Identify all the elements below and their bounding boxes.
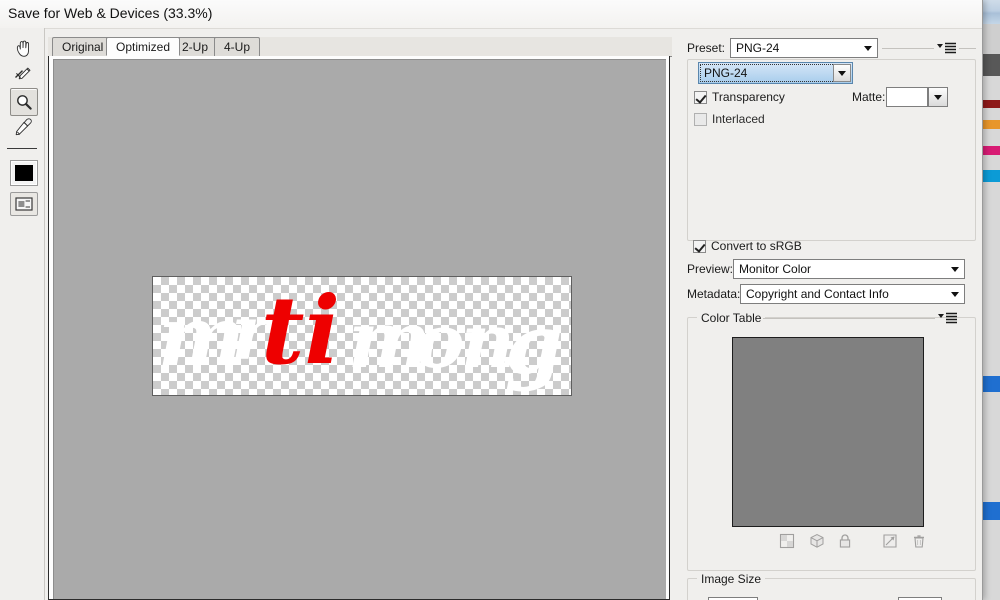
matte-label: Matte: bbox=[852, 90, 886, 104]
tool-palette bbox=[0, 28, 45, 600]
web-snap-cube-icon[interactable] bbox=[809, 533, 825, 549]
chevron-down-icon bbox=[951, 267, 959, 272]
new-color-icon[interactable] bbox=[882, 533, 898, 549]
artwork-image: m r ti m o n g bbox=[152, 276, 572, 396]
preset-value: PNG-24 bbox=[736, 41, 780, 55]
file-format-dropdown-button[interactable] bbox=[833, 64, 851, 82]
preset-row-rule bbox=[882, 48, 934, 49]
transparency-label: Transparency bbox=[712, 90, 785, 104]
matte-color-swatch[interactable] bbox=[886, 87, 928, 107]
preview-label: Preview: bbox=[687, 262, 734, 276]
artwork-script-text: m r ti m o n g bbox=[158, 277, 562, 393]
foreground-color-swatch[interactable] bbox=[10, 160, 38, 186]
tab-optimized[interactable]: Optimized bbox=[106, 37, 181, 56]
chevron-down-icon bbox=[934, 95, 942, 100]
preview-tab-bar: Original Optimized 2-Up 4-Up bbox=[48, 37, 672, 57]
chevron-down-icon bbox=[838, 71, 846, 76]
transparency-icon[interactable] bbox=[779, 533, 795, 549]
artwork-text-part-6: g bbox=[505, 297, 562, 393]
tab-4-up[interactable]: 4-Up bbox=[214, 37, 261, 56]
preview-canvas[interactable]: m r ti m o n g bbox=[53, 59, 666, 599]
zoom-icon bbox=[17, 95, 32, 110]
tab-original[interactable]: Original bbox=[52, 37, 114, 56]
artwork-text-accent: ti bbox=[261, 277, 340, 386]
color-table-body bbox=[687, 317, 976, 571]
hand-tool-button[interactable] bbox=[10, 36, 36, 62]
metadata-dropdown[interactable]: Copyright and Contact Info bbox=[740, 284, 965, 304]
panel-menu-icon bbox=[937, 42, 956, 54]
color-table-swatch-area[interactable] bbox=[732, 337, 924, 527]
foreground-color-fill bbox=[15, 165, 33, 181]
chevron-down-icon bbox=[951, 292, 959, 297]
convert-to-srgb-label: Convert to sRGB bbox=[711, 239, 802, 253]
optimization-settings-panel: Preset: PNG-24 PNG-24 Transparency Matte… bbox=[681, 30, 982, 600]
toggle-slices-visibility-button[interactable] bbox=[10, 192, 38, 216]
dialog-title-bar: Save for Web & Devices (33.3%) bbox=[0, 0, 982, 29]
matte-dropdown-button[interactable] bbox=[928, 87, 948, 107]
preset-dropdown[interactable]: PNG-24 bbox=[730, 38, 878, 58]
tool-palette-divider bbox=[7, 148, 37, 149]
zoom-tool-button[interactable] bbox=[10, 88, 38, 116]
dialog-title: Save for Web & Devices (33.3%) bbox=[8, 5, 213, 21]
screen-root: ES y -1 ol nsf e L e LS 🔒 rou Save for W… bbox=[0, 0, 1000, 600]
slice-select-icon bbox=[15, 67, 31, 80]
hand-icon bbox=[16, 40, 29, 57]
preview-dropdown[interactable]: Monitor Color bbox=[733, 259, 965, 279]
color-table-action-bar bbox=[765, 533, 925, 549]
delete-color-icon[interactable] bbox=[911, 533, 927, 549]
transparency-checkbox[interactable] bbox=[694, 91, 707, 104]
preview-value: Monitor Color bbox=[739, 262, 812, 276]
interlaced-checkbox[interactable] bbox=[694, 113, 707, 126]
toggle-slices-icon bbox=[15, 197, 33, 211]
preview-canvas-frame: m r ti m o n g bbox=[48, 56, 670, 600]
image-size-title: Image Size bbox=[697, 572, 766, 586]
eyedropper-tool-button[interactable] bbox=[10, 114, 36, 140]
slice-select-tool-button[interactable] bbox=[10, 62, 36, 88]
save-for-web-dialog: Save for Web & Devices (33.3%) Original … bbox=[0, 0, 983, 600]
eyedropper-icon bbox=[15, 118, 32, 136]
metadata-value: Copyright and Contact Info bbox=[746, 287, 889, 301]
metadata-label: Metadata: bbox=[687, 287, 741, 301]
lock-icon[interactable] bbox=[837, 533, 853, 549]
preset-flyout-menu-button[interactable] bbox=[937, 42, 957, 54]
interlaced-label: Interlaced bbox=[712, 112, 765, 126]
preset-label: Preset: bbox=[687, 41, 726, 55]
artwork-text-part-4: o bbox=[415, 299, 464, 385]
convert-to-srgb-checkbox[interactable] bbox=[693, 240, 706, 253]
file-format-value: PNG-24 bbox=[704, 66, 748, 80]
chevron-down-icon bbox=[864, 46, 872, 51]
file-format-dropdown[interactable]: PNG-24 bbox=[698, 62, 853, 84]
preset-row-rule-right bbox=[959, 48, 976, 49]
